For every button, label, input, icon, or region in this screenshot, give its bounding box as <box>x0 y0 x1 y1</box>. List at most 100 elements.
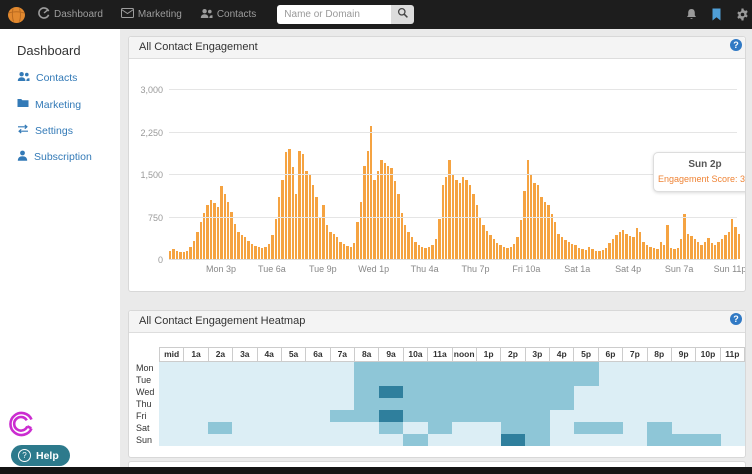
engagement-bar[interactable] <box>605 248 607 259</box>
heatmap-cell[interactable] <box>574 398 598 410</box>
engagement-bar[interactable] <box>346 246 348 259</box>
heatmap-cell[interactable] <box>354 374 378 386</box>
engagement-bar[interactable] <box>612 239 614 259</box>
engagement-bar[interactable] <box>649 247 651 259</box>
heatmap-cell[interactable] <box>306 362 330 374</box>
heatmap-cell[interactable] <box>208 398 232 410</box>
sidebar-item-contacts[interactable]: Contacts <box>17 71 120 85</box>
heatmap-cell[interactable] <box>721 374 745 386</box>
engagement-bar[interactable] <box>476 205 478 259</box>
engagement-bar[interactable] <box>639 232 641 259</box>
engagement-bar[interactable] <box>551 214 553 259</box>
heatmap-cell[interactable] <box>525 398 549 410</box>
engagement-bar[interactable] <box>370 126 372 259</box>
heatmap-cell[interactable] <box>159 362 183 374</box>
heatmap-cell[interactable] <box>452 386 476 398</box>
chat-widget-logo-icon[interactable] <box>6 410 36 438</box>
engagement-bar[interactable] <box>281 180 283 259</box>
heatmap-cell[interactable] <box>721 362 745 374</box>
engagement-bar[interactable] <box>455 180 457 259</box>
engagement-bar[interactable] <box>578 248 580 259</box>
heatmap-cell[interactable] <box>599 386 623 398</box>
engagement-bar[interactable] <box>472 194 474 259</box>
heatmap-cell[interactable] <box>257 362 281 374</box>
engagement-bar[interactable] <box>694 239 696 259</box>
engagement-bar[interactable] <box>486 231 488 259</box>
heatmap-cell[interactable] <box>281 362 305 374</box>
heatmap-cell[interactable] <box>257 434 281 446</box>
heatmap-cell[interactable] <box>232 362 256 374</box>
heatmap-cell[interactable] <box>721 410 745 422</box>
engagement-bar[interactable] <box>196 232 198 259</box>
engagement-bar[interactable] <box>264 247 266 259</box>
engagement-bar[interactable] <box>510 247 512 259</box>
help-button[interactable]: ? Help <box>11 445 70 466</box>
heatmap-cell[interactable] <box>306 374 330 386</box>
engagement-bar[interactable] <box>459 183 461 260</box>
engagement-bar[interactable] <box>333 234 335 259</box>
engagement-bar[interactable] <box>642 242 644 259</box>
heatmap-cell[interactable] <box>672 386 696 398</box>
engagement-bar[interactable] <box>244 237 246 259</box>
engagement-bar[interactable] <box>241 235 243 259</box>
engagement-bar[interactable] <box>680 239 682 259</box>
heatmap-cell[interactable] <box>379 362 403 374</box>
heatmap-cell[interactable] <box>476 398 500 410</box>
engagement-bar[interactable] <box>302 154 304 259</box>
engagement-bar[interactable] <box>227 202 229 259</box>
engagement-bar[interactable] <box>336 237 338 259</box>
engagement-bar[interactable] <box>738 234 740 260</box>
engagement-bar[interactable] <box>636 228 638 259</box>
heatmap-cell[interactable] <box>647 398 671 410</box>
heatmap-cell[interactable] <box>159 422 183 434</box>
heatmap-cell[interactable] <box>623 374 647 386</box>
engagement-bar[interactable] <box>571 244 573 259</box>
engagement-bar[interactable] <box>220 186 222 259</box>
heatmap-cell[interactable] <box>306 398 330 410</box>
engagement-bar[interactable] <box>513 244 515 259</box>
heatmap-cell[interactable] <box>403 434 427 446</box>
heatmap-cell[interactable] <box>159 374 183 386</box>
engagement-bar[interactable] <box>608 243 610 259</box>
heatmap-cell[interactable] <box>159 386 183 398</box>
heatmap-cell[interactable] <box>623 410 647 422</box>
heatmap-cell[interactable] <box>306 434 330 446</box>
engagement-bar[interactable] <box>418 245 420 259</box>
heatmap-cell[interactable] <box>525 434 549 446</box>
heatmap-cell[interactable] <box>452 362 476 374</box>
heatmap-cell[interactable] <box>257 410 281 422</box>
engagement-bar[interactable] <box>247 241 249 259</box>
heatmap-cell[interactable] <box>574 422 598 434</box>
heatmap-cell[interactable] <box>574 434 598 446</box>
engagement-bar[interactable] <box>721 239 723 259</box>
engagement-bar[interactable] <box>305 171 307 259</box>
engagement-bar[interactable] <box>670 248 672 259</box>
heatmap-cell[interactable] <box>232 434 256 446</box>
engagement-bar[interactable] <box>677 248 679 259</box>
heatmap-cell[interactable] <box>574 374 598 386</box>
heatmap-cell[interactable] <box>476 362 500 374</box>
heatmap-cell[interactable] <box>501 410 525 422</box>
engagement-bar[interactable] <box>339 242 341 259</box>
heatmap-cell[interactable] <box>183 410 207 422</box>
heatmap-cell[interactable] <box>232 398 256 410</box>
engagement-bar[interactable] <box>442 185 444 259</box>
heatmap-cell[interactable] <box>647 434 671 446</box>
engagement-bar[interactable] <box>295 194 297 259</box>
heatmap-cell[interactable] <box>379 374 403 386</box>
heatmap-cell[interactable] <box>403 386 427 398</box>
engagement-bar[interactable] <box>704 242 706 259</box>
heatmap-cell[interactable] <box>354 434 378 446</box>
heatmap-cell[interactable] <box>428 374 452 386</box>
heatmap-cell[interactable] <box>183 434 207 446</box>
engagement-bar[interactable] <box>326 225 328 259</box>
engagement-bar[interactable] <box>261 248 263 259</box>
engagement-bar[interactable] <box>683 214 685 259</box>
engagement-bar[interactable] <box>656 249 658 259</box>
heatmap-cell[interactable] <box>183 386 207 398</box>
heatmap-cell[interactable] <box>525 386 549 398</box>
engagement-bar[interactable] <box>189 247 191 259</box>
heatmap-cell[interactable] <box>354 398 378 410</box>
sidebar-item-marketing[interactable]: Marketing <box>17 98 120 111</box>
heatmap-cell[interactable] <box>159 434 183 446</box>
